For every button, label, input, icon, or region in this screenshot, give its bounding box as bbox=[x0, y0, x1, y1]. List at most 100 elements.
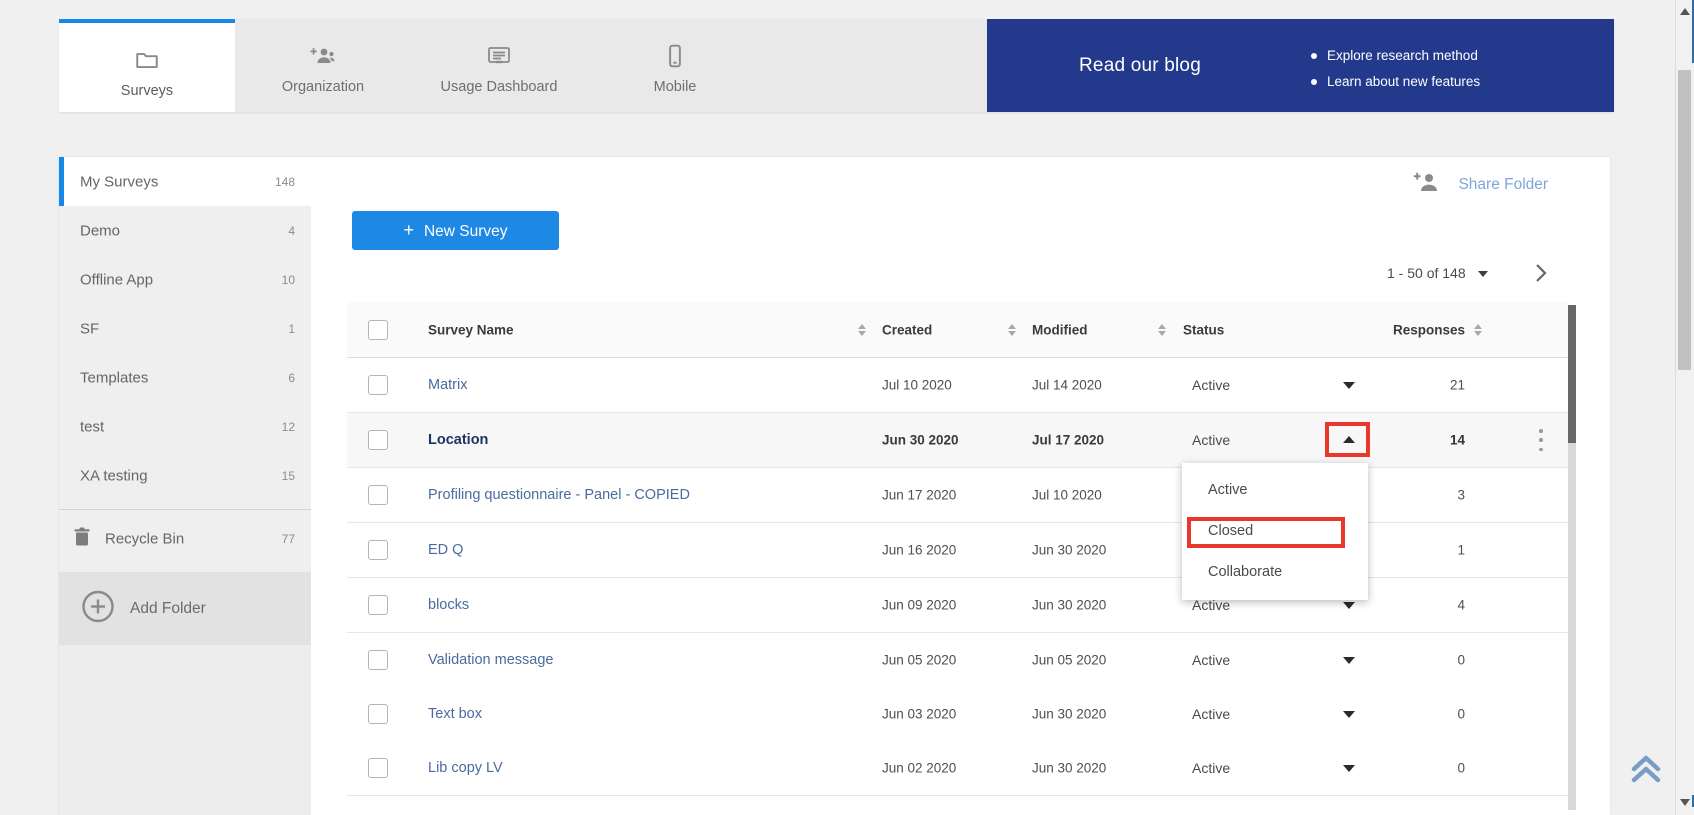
chevron-down-icon bbox=[1478, 271, 1488, 277]
mobile-icon bbox=[662, 43, 688, 74]
created-date: Jun 09 2020 bbox=[882, 598, 956, 613]
survey-name-link[interactable]: Lib copy LV bbox=[428, 760, 503, 776]
sort-icon[interactable] bbox=[1474, 324, 1483, 336]
responses-count: 4 bbox=[1457, 598, 1465, 613]
sidebar-item-label: Templates bbox=[80, 369, 148, 386]
created-date: Jul 10 2020 bbox=[882, 378, 952, 393]
sidebar-item-label: SF bbox=[80, 320, 99, 337]
sidebar-item-recycle-bin[interactable]: Recycle Bin 77 bbox=[59, 510, 311, 568]
sidebar-item-offline-app[interactable]: Offline App10 bbox=[59, 255, 311, 304]
scrollbar-up-arrow-icon[interactable] bbox=[1680, 8, 1690, 15]
survey-name-link[interactable]: Text box bbox=[428, 706, 482, 722]
column-header-created[interactable]: Created bbox=[882, 322, 932, 337]
add-folder-label: Add Folder bbox=[130, 600, 206, 618]
column-header-status[interactable]: Status bbox=[1183, 322, 1224, 337]
column-header-modified[interactable]: Modified bbox=[1032, 322, 1088, 337]
status-option-active[interactable]: Active bbox=[1182, 470, 1368, 511]
sidebar-item-templates[interactable]: Templates6 bbox=[59, 353, 311, 402]
status-dropdown-caret-icon[interactable] bbox=[1343, 764, 1355, 772]
folder-list: My Surveys148Demo4Offline App10 SF 1 Templa… bbox=[59, 157, 311, 500]
sidebar-item-my-surveys[interactable]: My Surveys148 bbox=[59, 157, 311, 206]
sidebar-item-label: Offline App bbox=[80, 271, 153, 288]
created-date: Jun 05 2020 bbox=[882, 653, 956, 668]
table-row: Matrix Jul 10 2020 Jul 14 2020 Active 21 bbox=[347, 358, 1568, 413]
sidebar-item-label: Recycle Bin bbox=[105, 531, 184, 548]
blog-banner[interactable]: Read our blog Explore research method Le… bbox=[987, 19, 1614, 112]
status-option-closed[interactable]: Closed bbox=[1182, 511, 1368, 552]
row-menu-kebab-icon[interactable] bbox=[1534, 429, 1548, 451]
responses-count: 0 bbox=[1457, 761, 1465, 776]
row-checkbox[interactable] bbox=[368, 540, 388, 560]
pagination-range-dropdown[interactable]: 1 - 50 of 148 bbox=[1387, 265, 1488, 281]
tab-surveys[interactable]: Surveys bbox=[59, 19, 235, 112]
survey-name-link[interactable]: Profiling questionnaire - Panel - COPIED bbox=[428, 487, 690, 503]
table-row: Profiling questionnaire - Panel - COPIED… bbox=[347, 468, 1568, 523]
folder-count: 15 bbox=[282, 469, 295, 483]
trash-icon bbox=[73, 527, 91, 552]
created-date: Jun 02 2020 bbox=[882, 761, 956, 776]
table-header-row: Survey Name Created Modified Status Resp… bbox=[347, 302, 1568, 358]
status-dropdown-caret-icon[interactable] bbox=[1343, 436, 1355, 444]
survey-name-link[interactable]: ED Q bbox=[428, 542, 463, 558]
status-option-collaborate[interactable]: Collaborate bbox=[1182, 552, 1368, 593]
row-checkbox[interactable] bbox=[368, 430, 388, 450]
next-page-button[interactable] bbox=[1534, 261, 1556, 285]
row-checkbox[interactable] bbox=[368, 485, 388, 505]
tab-label: Usage Dashboard bbox=[411, 79, 587, 95]
created-date: Jun 30 2020 bbox=[882, 433, 959, 448]
created-date: Jun 16 2020 bbox=[882, 543, 956, 558]
sidebar-item-sf[interactable]: SF 1 bbox=[59, 304, 311, 353]
sort-icon[interactable] bbox=[1158, 324, 1167, 336]
row-checkbox[interactable] bbox=[368, 375, 388, 395]
column-header-responses[interactable]: Responses bbox=[1393, 322, 1465, 337]
survey-name-link[interactable]: Location bbox=[428, 432, 488, 448]
survey-name-link[interactable]: blocks bbox=[428, 597, 469, 613]
dashboard-icon bbox=[485, 43, 513, 74]
folder-count: 148 bbox=[275, 175, 295, 189]
table-row: Location Jun 30 2020 Jul 17 2020 Active … bbox=[347, 413, 1568, 468]
sidebar-item-xa-testing[interactable]: XA testing15 bbox=[59, 451, 311, 500]
row-checkbox[interactable] bbox=[368, 704, 388, 724]
tab-label: Surveys bbox=[59, 83, 235, 99]
table-scrollbar-thumb[interactable] bbox=[1568, 305, 1576, 443]
column-header-survey-name[interactable]: Survey Name bbox=[428, 322, 514, 337]
folder-count: 77 bbox=[282, 532, 295, 546]
folder-sidebar: My Surveys148Demo4Offline App10 SF 1 Templa… bbox=[59, 157, 311, 815]
folder-count: 1 bbox=[288, 322, 295, 336]
modified-date: Jun 30 2020 bbox=[1032, 543, 1106, 558]
status-dropdown-caret-icon[interactable] bbox=[1343, 710, 1355, 718]
tab-organization[interactable]: Organization bbox=[235, 19, 411, 112]
row-checkbox[interactable] bbox=[368, 758, 388, 778]
tab-mobile[interactable]: Mobile bbox=[587, 19, 763, 112]
survey-name-link[interactable]: Matrix bbox=[428, 377, 467, 393]
select-all-checkbox[interactable] bbox=[368, 320, 388, 340]
status-dropdown-caret-icon[interactable] bbox=[1343, 381, 1355, 389]
scroll-to-top-button[interactable] bbox=[1628, 750, 1664, 786]
plus-circle-icon bbox=[81, 589, 115, 628]
status-value: Active bbox=[1192, 652, 1230, 668]
banner-bullet-list: Explore research method Learn about new … bbox=[1309, 43, 1480, 95]
status-value: Active bbox=[1192, 706, 1230, 722]
status-dropdown-caret-icon[interactable] bbox=[1343, 601, 1355, 609]
modified-date: Jun 05 2020 bbox=[1032, 653, 1106, 668]
survey-name-link[interactable]: Validation message bbox=[428, 652, 553, 668]
sort-icon[interactable] bbox=[1008, 324, 1017, 336]
status-dropdown-caret-icon[interactable] bbox=[1343, 656, 1355, 664]
row-checkbox[interactable] bbox=[368, 595, 388, 615]
status-value: Active bbox=[1192, 377, 1230, 393]
row-checkbox[interactable] bbox=[368, 650, 388, 670]
share-folder-label: Share Folder bbox=[1458, 176, 1548, 193]
new-survey-button[interactable]: +New Survey bbox=[352, 211, 559, 250]
sort-icon[interactable] bbox=[858, 324, 867, 336]
sidebar-item-test[interactable]: test12 bbox=[59, 402, 311, 451]
add-folder-button[interactable]: Add Folder bbox=[59, 572, 311, 645]
person-add-icon bbox=[309, 43, 337, 74]
tab-usage-dashboard[interactable]: Usage Dashboard bbox=[411, 19, 587, 112]
responses-count: 3 bbox=[1457, 488, 1465, 503]
scrollbar-down-arrow-icon[interactable] bbox=[1680, 799, 1690, 806]
banner-title: Read our blog bbox=[1079, 55, 1201, 77]
page-scrollbar-thumb[interactable] bbox=[1678, 70, 1691, 370]
sidebar-item-demo[interactable]: Demo4 bbox=[59, 206, 311, 255]
modified-date: Jul 14 2020 bbox=[1032, 378, 1102, 393]
share-folder-link[interactable]: Share Folder bbox=[1412, 170, 1548, 199]
